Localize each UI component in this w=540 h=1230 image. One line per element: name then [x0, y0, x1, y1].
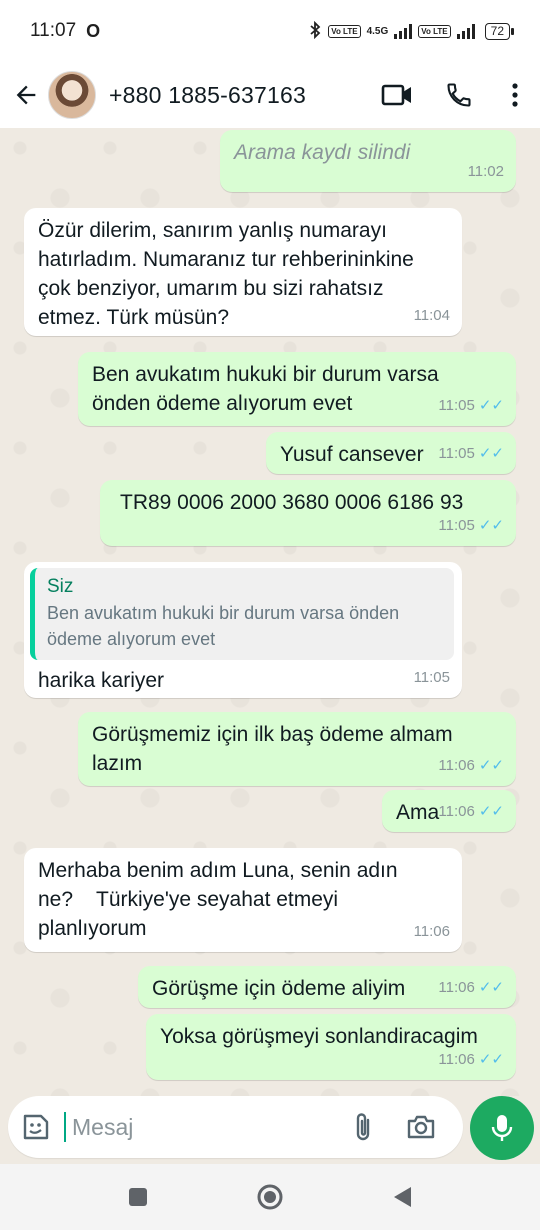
home-circle-icon[interactable]: [250, 1177, 290, 1217]
message-time: 11:05: [438, 517, 475, 534]
recents-square-icon[interactable]: [118, 1177, 158, 1217]
signal-icon-2: [456, 23, 475, 39]
network-type: 4.5G: [366, 25, 389, 37]
sticker-icon[interactable]: [8, 1112, 64, 1142]
message-text: Merhaba benim adım Luna, senin adın ne? …: [38, 859, 404, 940]
status-icons: Vo LTE 4.5G Vo LTE 72: [308, 20, 515, 42]
message-text: Arama kaydı silindi: [234, 141, 411, 164]
back-triangle-icon[interactable]: [382, 1177, 422, 1217]
read-ticks-icon: ✓✓: [478, 1051, 504, 1068]
message-time: 11:06: [438, 803, 475, 820]
battery-icon: 72: [484, 22, 515, 40]
message-time: 11:06: [438, 1051, 475, 1068]
back-arrow-icon[interactable]: [4, 73, 48, 117]
message-text: Özür dilerim, sanırım yanlış numarayı ha…: [38, 219, 414, 329]
message-time: 11:04: [413, 307, 450, 324]
volte-badge-2: Vo LTE: [418, 24, 451, 38]
message-time: 11:05: [438, 397, 475, 414]
more-vert-icon[interactable]: [490, 70, 540, 120]
message-time: 11:06: [438, 757, 475, 774]
message-bubble[interactable]: Ben avukatım hukuki bir durum varsa önde…: [78, 352, 516, 426]
message-bubble[interactable]: Siz Ben avukatım hukuki bir durum varsa …: [24, 562, 462, 698]
message-bubble[interactable]: Görüşmemiz için ilk baş ödeme almam lazı…: [78, 712, 516, 786]
message-bubble[interactable]: Görüşme için ödeme aliyim 11:06 ✓✓: [138, 966, 516, 1008]
phone-icon[interactable]: [428, 70, 490, 120]
message-input-container[interactable]: [8, 1096, 463, 1158]
volte-badge: Vo LTE: [328, 24, 361, 38]
contact-name[interactable]: +880 1885-637163: [109, 82, 306, 109]
message-time: 11:02: [467, 163, 504, 180]
mic-icon[interactable]: [470, 1096, 534, 1160]
message-time: 11:05: [438, 445, 475, 462]
app-indicator-icon: O: [86, 20, 101, 41]
signal-icon: [394, 23, 413, 39]
composer: [0, 1096, 540, 1164]
message-bubble[interactable]: Ama 11:06 ✓✓: [382, 790, 516, 832]
avatar[interactable]: [48, 71, 96, 119]
message-bubble[interactable]: Yoksa görüşmeyi sonlandiracagim 11:06 ✓✓: [146, 1014, 516, 1080]
message-bubble[interactable]: Yusuf cansever 11:05 ✓✓: [266, 432, 516, 474]
quote-text: Ben avukatım hukuki bir durum varsa önde…: [47, 603, 400, 649]
read-ticks-icon: ✓✓: [478, 517, 504, 534]
attach-icon[interactable]: [334, 1102, 392, 1152]
read-ticks-icon: ✓✓: [478, 445, 504, 462]
status-time: 11:07: [30, 20, 77, 41]
message-bubble[interactable]: Özür dilerim, sanırım yanlış numarayı ha…: [24, 208, 462, 336]
read-ticks-icon: ✓✓: [478, 397, 504, 414]
read-ticks-icon: ✓✓: [478, 803, 504, 820]
message-bubble[interactable]: Arama kaydı silindi 11:02: [220, 130, 516, 192]
message-bubble[interactable]: TR89 0006 2000 3680 0006 6186 93 11:05 ✓✓: [100, 480, 516, 546]
bluetooth-icon: [308, 20, 322, 42]
quote-author: Siz: [47, 576, 74, 597]
read-ticks-icon: ✓✓: [478, 979, 504, 996]
quoted-message[interactable]: Siz Ben avukatım hukuki bir durum varsa …: [30, 568, 454, 660]
read-ticks-icon: ✓✓: [478, 757, 504, 774]
system-nav-bar: [0, 1164, 540, 1230]
chat-header: +880 1885-637163: [0, 62, 540, 128]
status-bar: 11:07 O Vo LTE 4.5G Vo LTE 72: [0, 0, 540, 62]
chat-area[interactable]: Arama kaydı silindi 11:02 Özür dilerim, …: [0, 128, 540, 1096]
video-call-icon[interactable]: [366, 70, 428, 120]
message-time: 11:06: [413, 923, 450, 940]
message-bubble[interactable]: Merhaba benim adım Luna, senin adın ne? …: [24, 848, 462, 952]
camera-icon[interactable]: [392, 1102, 450, 1152]
message-input[interactable]: [64, 1112, 334, 1142]
message-time: 11:05: [413, 669, 450, 686]
message-text: harika kariyer: [38, 669, 165, 692]
message-time: 11:06: [438, 979, 475, 996]
